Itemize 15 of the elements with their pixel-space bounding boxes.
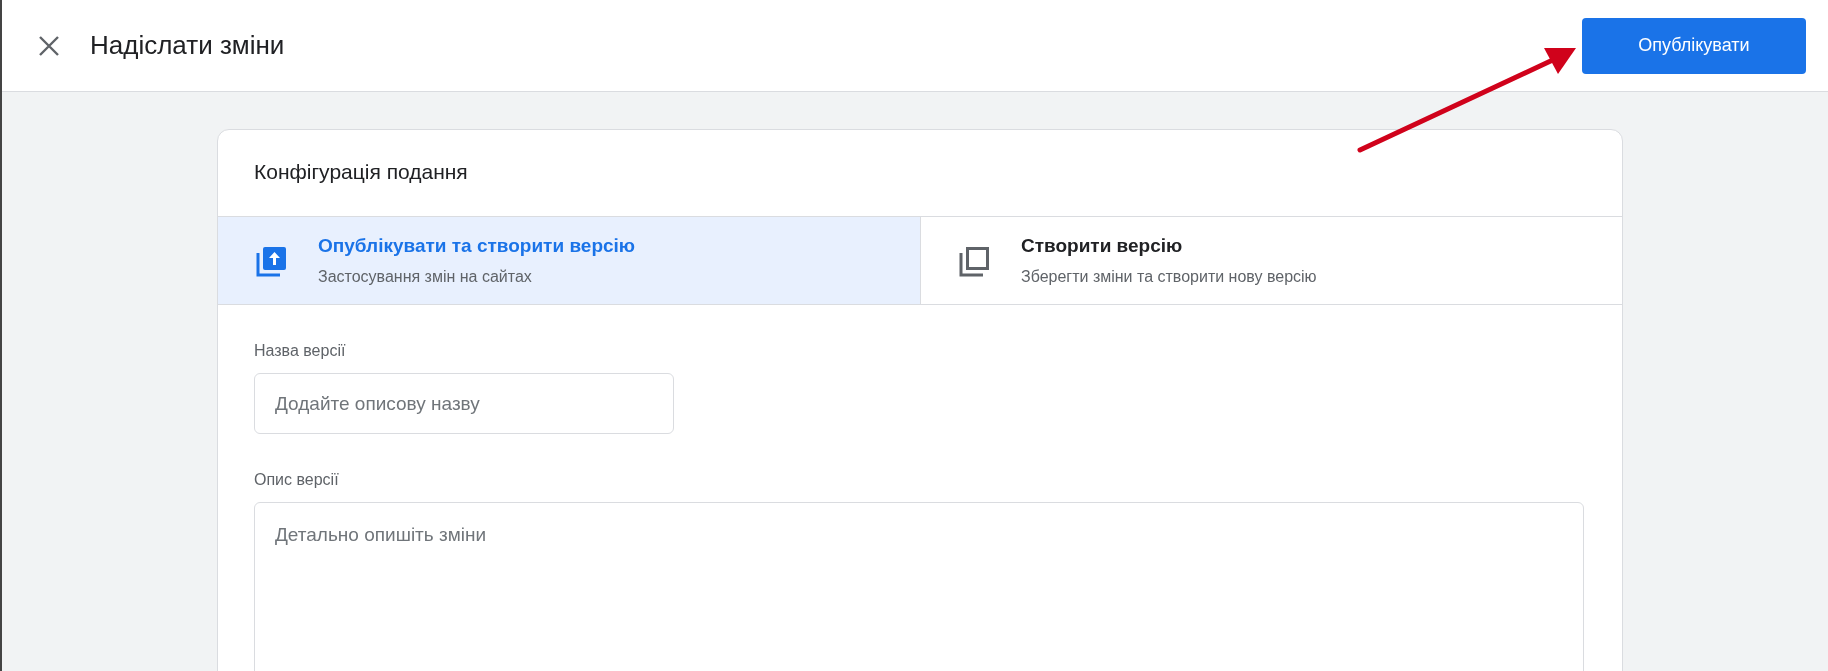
copy-icon — [959, 244, 991, 277]
input-field[interactable]: Додайте описову назву — [254, 373, 674, 434]
publish-button[interactable]: Опублікувати — [1582, 17, 1806, 74]
page-title: Надіслати зміни — [90, 29, 285, 62]
card-title: Конфігурація подання — [253, 159, 469, 185]
textarea-field[interactable]: Детально опишіть зміни — [254, 502, 1584, 671]
option-title: Створити версію — [1021, 234, 1184, 259]
option-tile[interactable]: Опублікувати та створити версію Застосування змін на сайтах — [218, 217, 920, 304]
option-title: Опублікувати та створити версію — [318, 234, 636, 259]
option-subtitle: Застосування змін на сайтах — [318, 266, 533, 287]
field-label: Опис версії — [254, 470, 340, 490]
option-subtitle: Зберегти зміни та створити нову версію — [1021, 266, 1317, 287]
upload-icon — [256, 244, 288, 277]
close-icon[interactable] — [38, 34, 60, 57]
field-label: Назва версії — [254, 341, 347, 361]
